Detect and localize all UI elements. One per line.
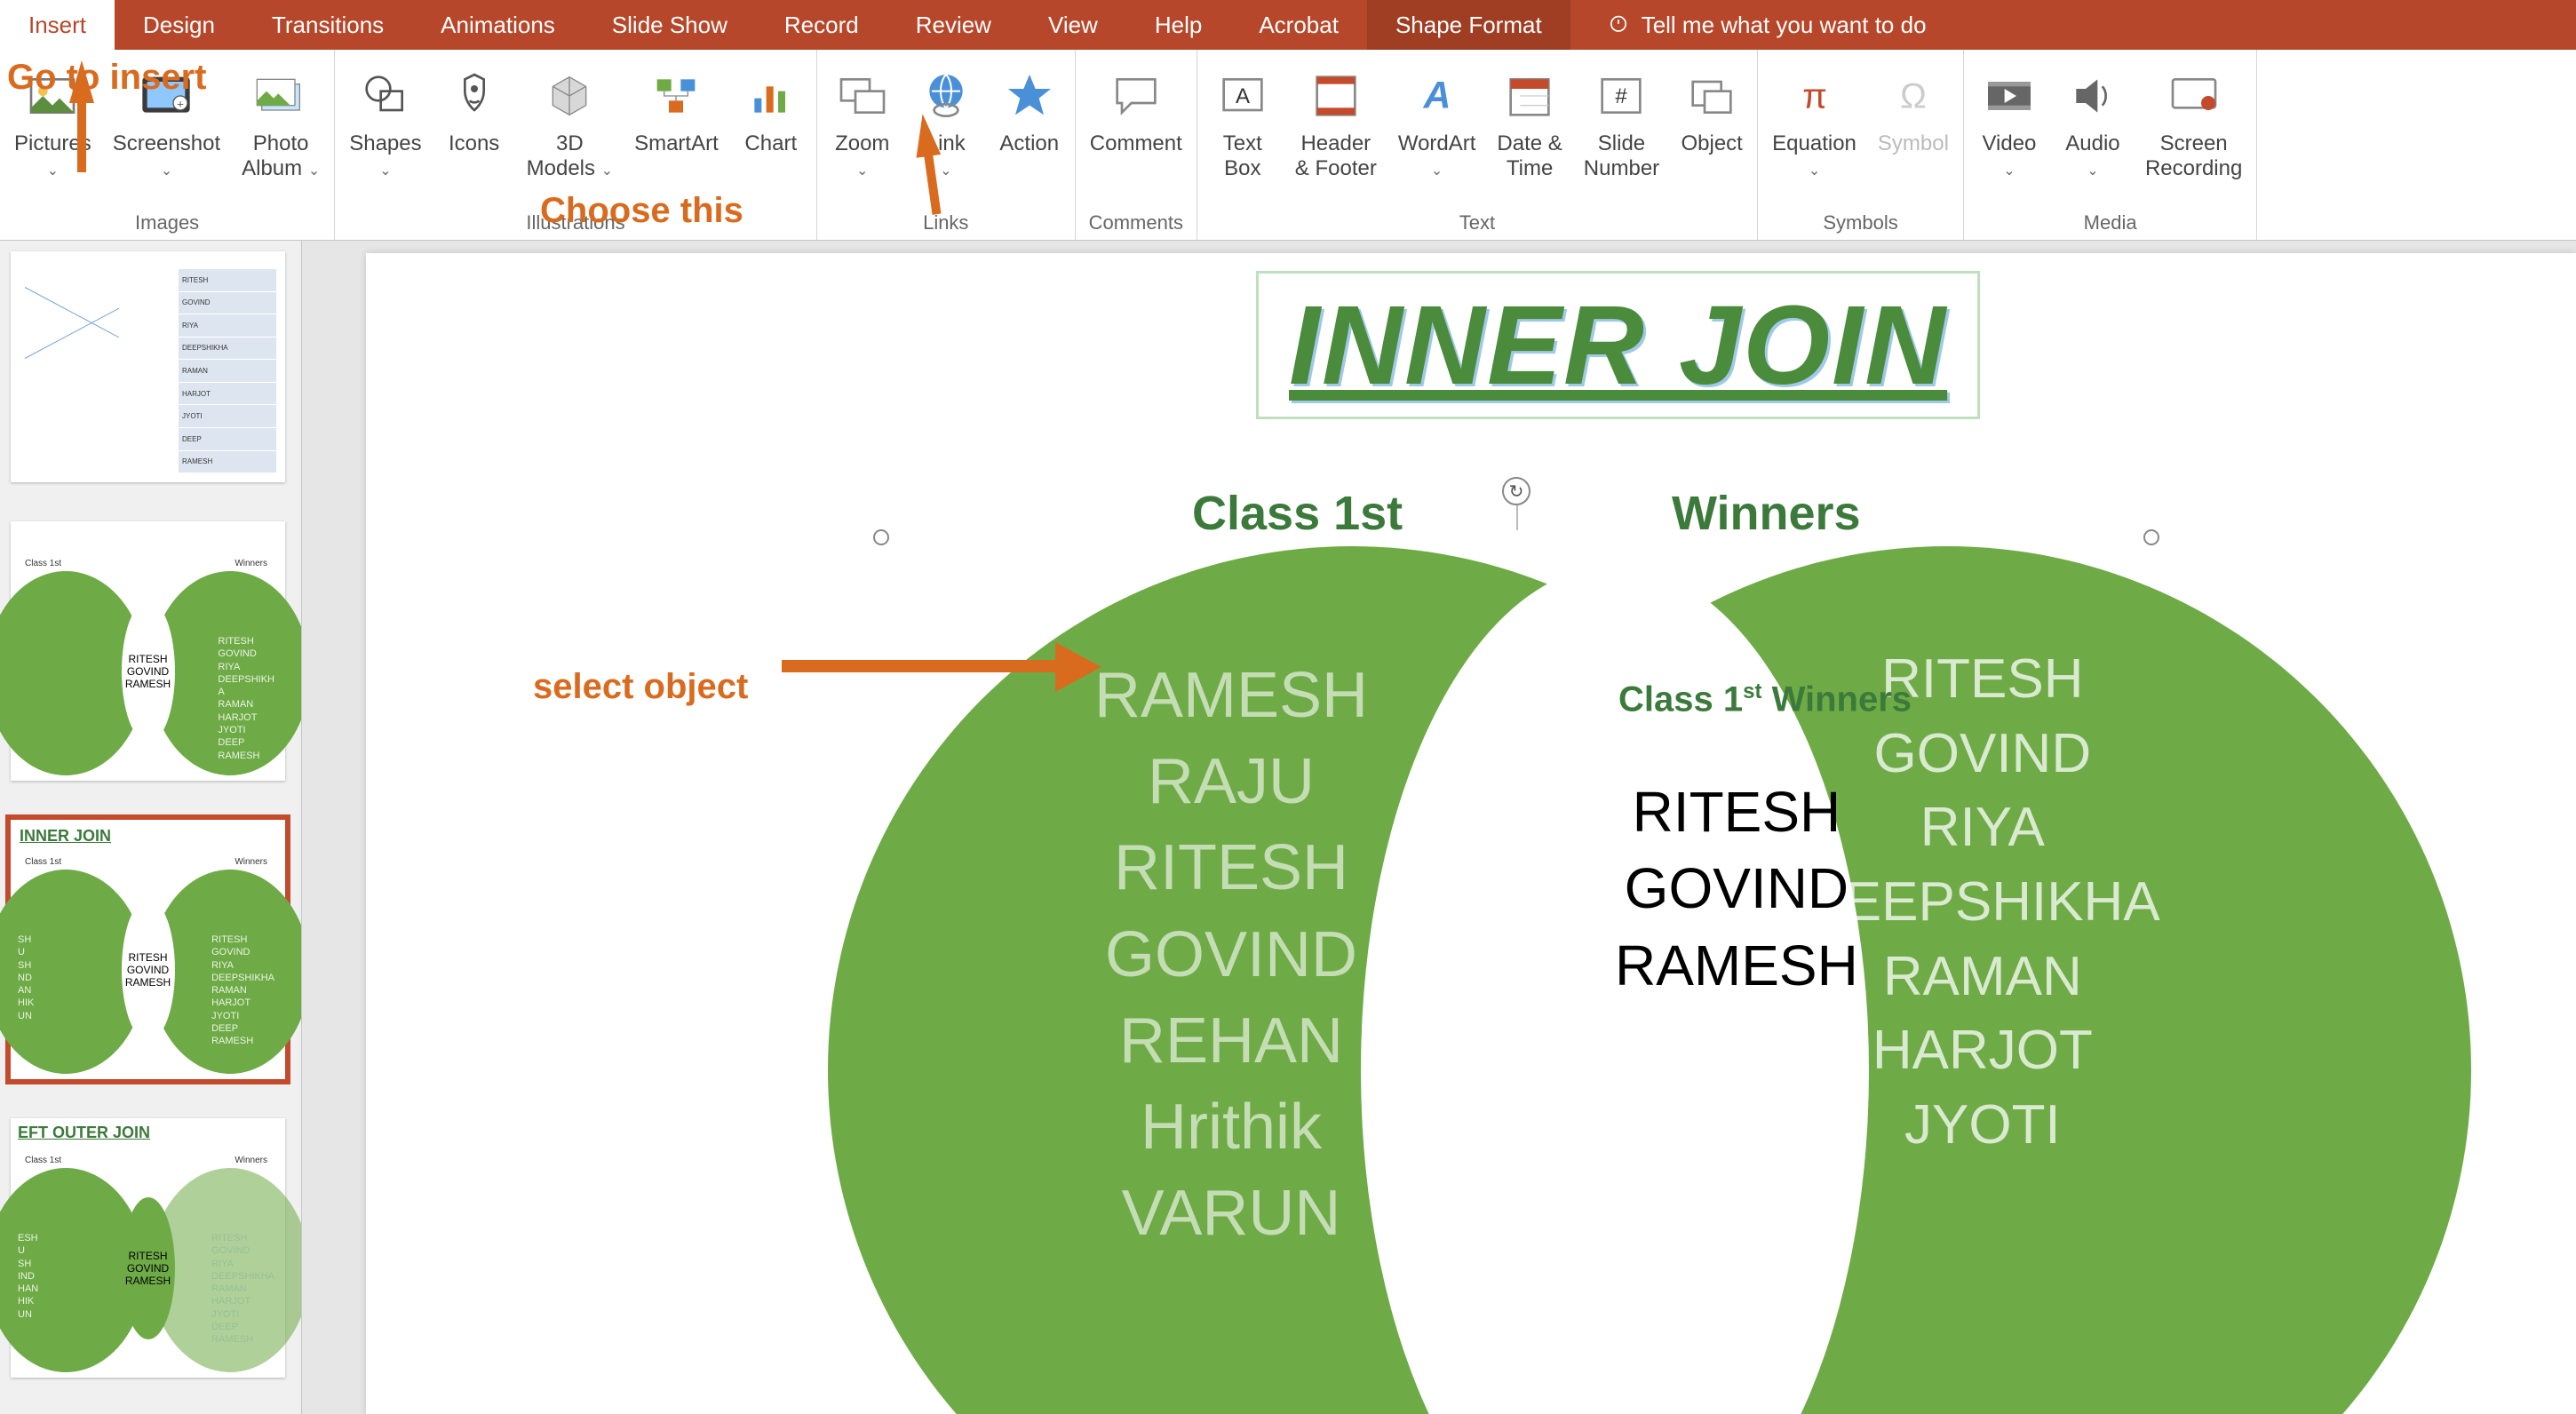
ribbon-tab-strip: Insert Design Transitions Animations Sli… bbox=[0, 0, 2576, 50]
smartart-button[interactable]: SmartArt bbox=[625, 57, 727, 206]
symbol-icon: Ω bbox=[1885, 62, 1942, 130]
annotation-select-object: select object bbox=[533, 667, 748, 707]
tab-record[interactable]: Record bbox=[756, 0, 887, 50]
tell-me-label: Tell me what you want to do bbox=[1642, 12, 1927, 39]
wordart-icon: A bbox=[1409, 62, 1466, 130]
ribbon-group-symbols: π Equation⌄ Ω Symbol Symbols bbox=[1758, 50, 1964, 240]
left-circle-names: RAMESH RAJU RITESH GOVIND REHAN Hrithik … bbox=[1094, 653, 1368, 1257]
annotation-choose-this: Choose this bbox=[540, 191, 743, 231]
winners-label: Winners bbox=[1672, 486, 1861, 541]
icons-button[interactable]: Icons bbox=[434, 57, 514, 206]
tab-design[interactable]: Design bbox=[115, 0, 243, 50]
slide-stage: select object INNER JOIN Class 1st Winne… bbox=[302, 241, 2576, 1414]
slide-title-box[interactable]: INNER JOIN bbox=[1256, 271, 1980, 419]
chart-icon bbox=[743, 62, 799, 130]
comment-icon bbox=[1108, 62, 1165, 130]
ribbon-group-text: A Text Box Header & Footer A WordArt⌄ Da… bbox=[1197, 50, 1758, 240]
svg-text:A: A bbox=[1422, 74, 1451, 116]
tell-me-search[interactable]: Tell me what you want to do bbox=[1570, 0, 1927, 50]
ribbon-group-label-symbols: Symbols bbox=[1763, 206, 1958, 236]
shapes-button[interactable]: Shapes⌄ bbox=[340, 57, 430, 206]
svg-text:A: A bbox=[1236, 84, 1250, 108]
text-box-icon: A bbox=[1214, 62, 1271, 130]
slide-number-icon: # bbox=[1593, 62, 1650, 130]
text-box-button[interactable]: A Text Box bbox=[1203, 57, 1283, 206]
slide-number-button[interactable]: # Slide Number bbox=[1575, 57, 1668, 206]
svg-text:#: # bbox=[1616, 84, 1628, 108]
header-footer-button[interactable]: Header & Footer bbox=[1286, 57, 1386, 206]
annotation-go-to-insert: Go to insert bbox=[7, 58, 206, 98]
tab-slide-show[interactable]: Slide Show bbox=[584, 0, 756, 50]
video-button[interactable]: Video⌄ bbox=[1969, 57, 2049, 206]
tab-acrobat[interactable]: Acrobat bbox=[1230, 0, 1367, 50]
resize-handle-tr[interactable] bbox=[2143, 529, 2159, 545]
intersection-names: RITESH GOVIND RAMESH bbox=[1615, 774, 1858, 1004]
header-footer-icon bbox=[1308, 62, 1364, 130]
action-button[interactable]: Action bbox=[990, 57, 1069, 206]
audio-button[interactable]: Audio⌄ bbox=[2053, 57, 2133, 206]
tab-review[interactable]: Review bbox=[887, 0, 1020, 50]
slide-thumbnail-2[interactable]: Class 1stWinners RITESH GOVIND RAMESH RI… bbox=[11, 521, 285, 781]
smartart-icon bbox=[648, 62, 704, 130]
tab-insert[interactable]: Insert bbox=[0, 0, 115, 50]
equation-button[interactable]: π Equation⌄ bbox=[1763, 57, 1865, 206]
tab-view[interactable]: View bbox=[1020, 0, 1126, 50]
thumb1-table: RITESHGOVINDRIYADEEPSHIKHARAMANHARJOTJYO… bbox=[179, 269, 276, 473]
tab-animations[interactable]: Animations bbox=[412, 0, 584, 50]
rotate-handle[interactable] bbox=[1502, 477, 1530, 505]
tab-shape-format[interactable]: Shape Format bbox=[1367, 0, 1570, 50]
intersection-label: Class 1st Winners bbox=[1618, 679, 1912, 719]
slide-canvas[interactable]: INNER JOIN Class 1st Winners Class 1s bbox=[366, 253, 2576, 1414]
chart-button[interactable]: Chart bbox=[731, 57, 811, 206]
object-button[interactable]: Object bbox=[1672, 57, 1752, 206]
ribbon-group-media: Video⌄ Audio⌄ Screen Recording Media bbox=[1964, 50, 2257, 240]
ribbon-group-label-links: Links bbox=[823, 206, 1069, 236]
slide-thumbnail-panel: RITESHGOVINDRIYADEEPSHIKHARAMANHARJOTJYO… bbox=[0, 241, 302, 1414]
symbol-button: Ω Symbol bbox=[1869, 57, 1958, 206]
ribbon-group-links: Zoom⌄ Link⌄ Action Links bbox=[817, 50, 1076, 240]
annotation-arrow-insert bbox=[69, 60, 94, 103]
tab-transitions[interactable]: Transitions bbox=[243, 0, 412, 50]
object-icon bbox=[1683, 62, 1740, 130]
ribbon-group-label-comments: Comments bbox=[1081, 206, 1191, 236]
photo-album-icon bbox=[252, 62, 309, 130]
3d-models-icon bbox=[541, 62, 598, 130]
shapes-icon bbox=[357, 62, 414, 130]
ribbon-insert: Pictures⌄ + Screenshot⌄ Photo Album ⌄ Im… bbox=[0, 50, 2576, 241]
screen-recording-icon bbox=[2166, 62, 2222, 130]
ribbon-group-label-media: Media bbox=[1969, 206, 2251, 236]
action-icon bbox=[1001, 62, 1058, 130]
equation-icon: π bbox=[1786, 62, 1843, 130]
zoom-icon bbox=[834, 62, 891, 130]
right-circle-names: RITESH GOVIND RIYA DEEPSHIKHA RAMAN HARJ… bbox=[1805, 642, 2160, 1163]
resize-handle-tl[interactable] bbox=[873, 529, 889, 545]
video-icon bbox=[1981, 62, 2038, 130]
ribbon-group-comments: Comment Comments bbox=[1076, 50, 1197, 240]
zoom-button[interactable]: Zoom⌄ bbox=[823, 57, 902, 206]
svg-text:+: + bbox=[178, 97, 185, 110]
class-1st-label: Class 1st bbox=[1192, 486, 1403, 541]
annotation-arrow-right bbox=[782, 660, 1062, 672]
tab-help[interactable]: Help bbox=[1126, 0, 1230, 50]
svg-text:π: π bbox=[1802, 76, 1827, 115]
slide-thumbnail-4[interactable]: EFT OUTER JOIN Class 1stWinners ESH U SH… bbox=[11, 1118, 285, 1378]
3d-models-button[interactable]: 3D Models ⌄ bbox=[518, 57, 622, 206]
ribbon-group-label-images: Images bbox=[5, 206, 329, 236]
ribbon-group-label-text: Text bbox=[1203, 206, 1752, 236]
svg-text:Ω: Ω bbox=[1900, 76, 1927, 115]
slide-title: INNER JOIN bbox=[1289, 282, 1947, 408]
date-time-icon bbox=[1501, 62, 1558, 130]
screen-recording-button[interactable]: Screen Recording bbox=[2136, 57, 2251, 206]
icons-icon bbox=[446, 62, 503, 130]
slide-thumbnail-1[interactable]: RITESHGOVINDRIYADEEPSHIKHARAMANHARJOTJYO… bbox=[11, 251, 285, 482]
comment-button[interactable]: Comment bbox=[1081, 57, 1191, 206]
photo-album-button[interactable]: Photo Album ⌄ bbox=[233, 57, 329, 206]
wordart-button[interactable]: A WordArt⌄ bbox=[1389, 57, 1485, 206]
audio-icon bbox=[2064, 62, 2121, 130]
slide-thumbnail-3[interactable]: INNER JOIN Class 1stWinners SH U SH ND A… bbox=[11, 820, 285, 1079]
date-time-button[interactable]: Date & Time bbox=[1488, 57, 1570, 206]
